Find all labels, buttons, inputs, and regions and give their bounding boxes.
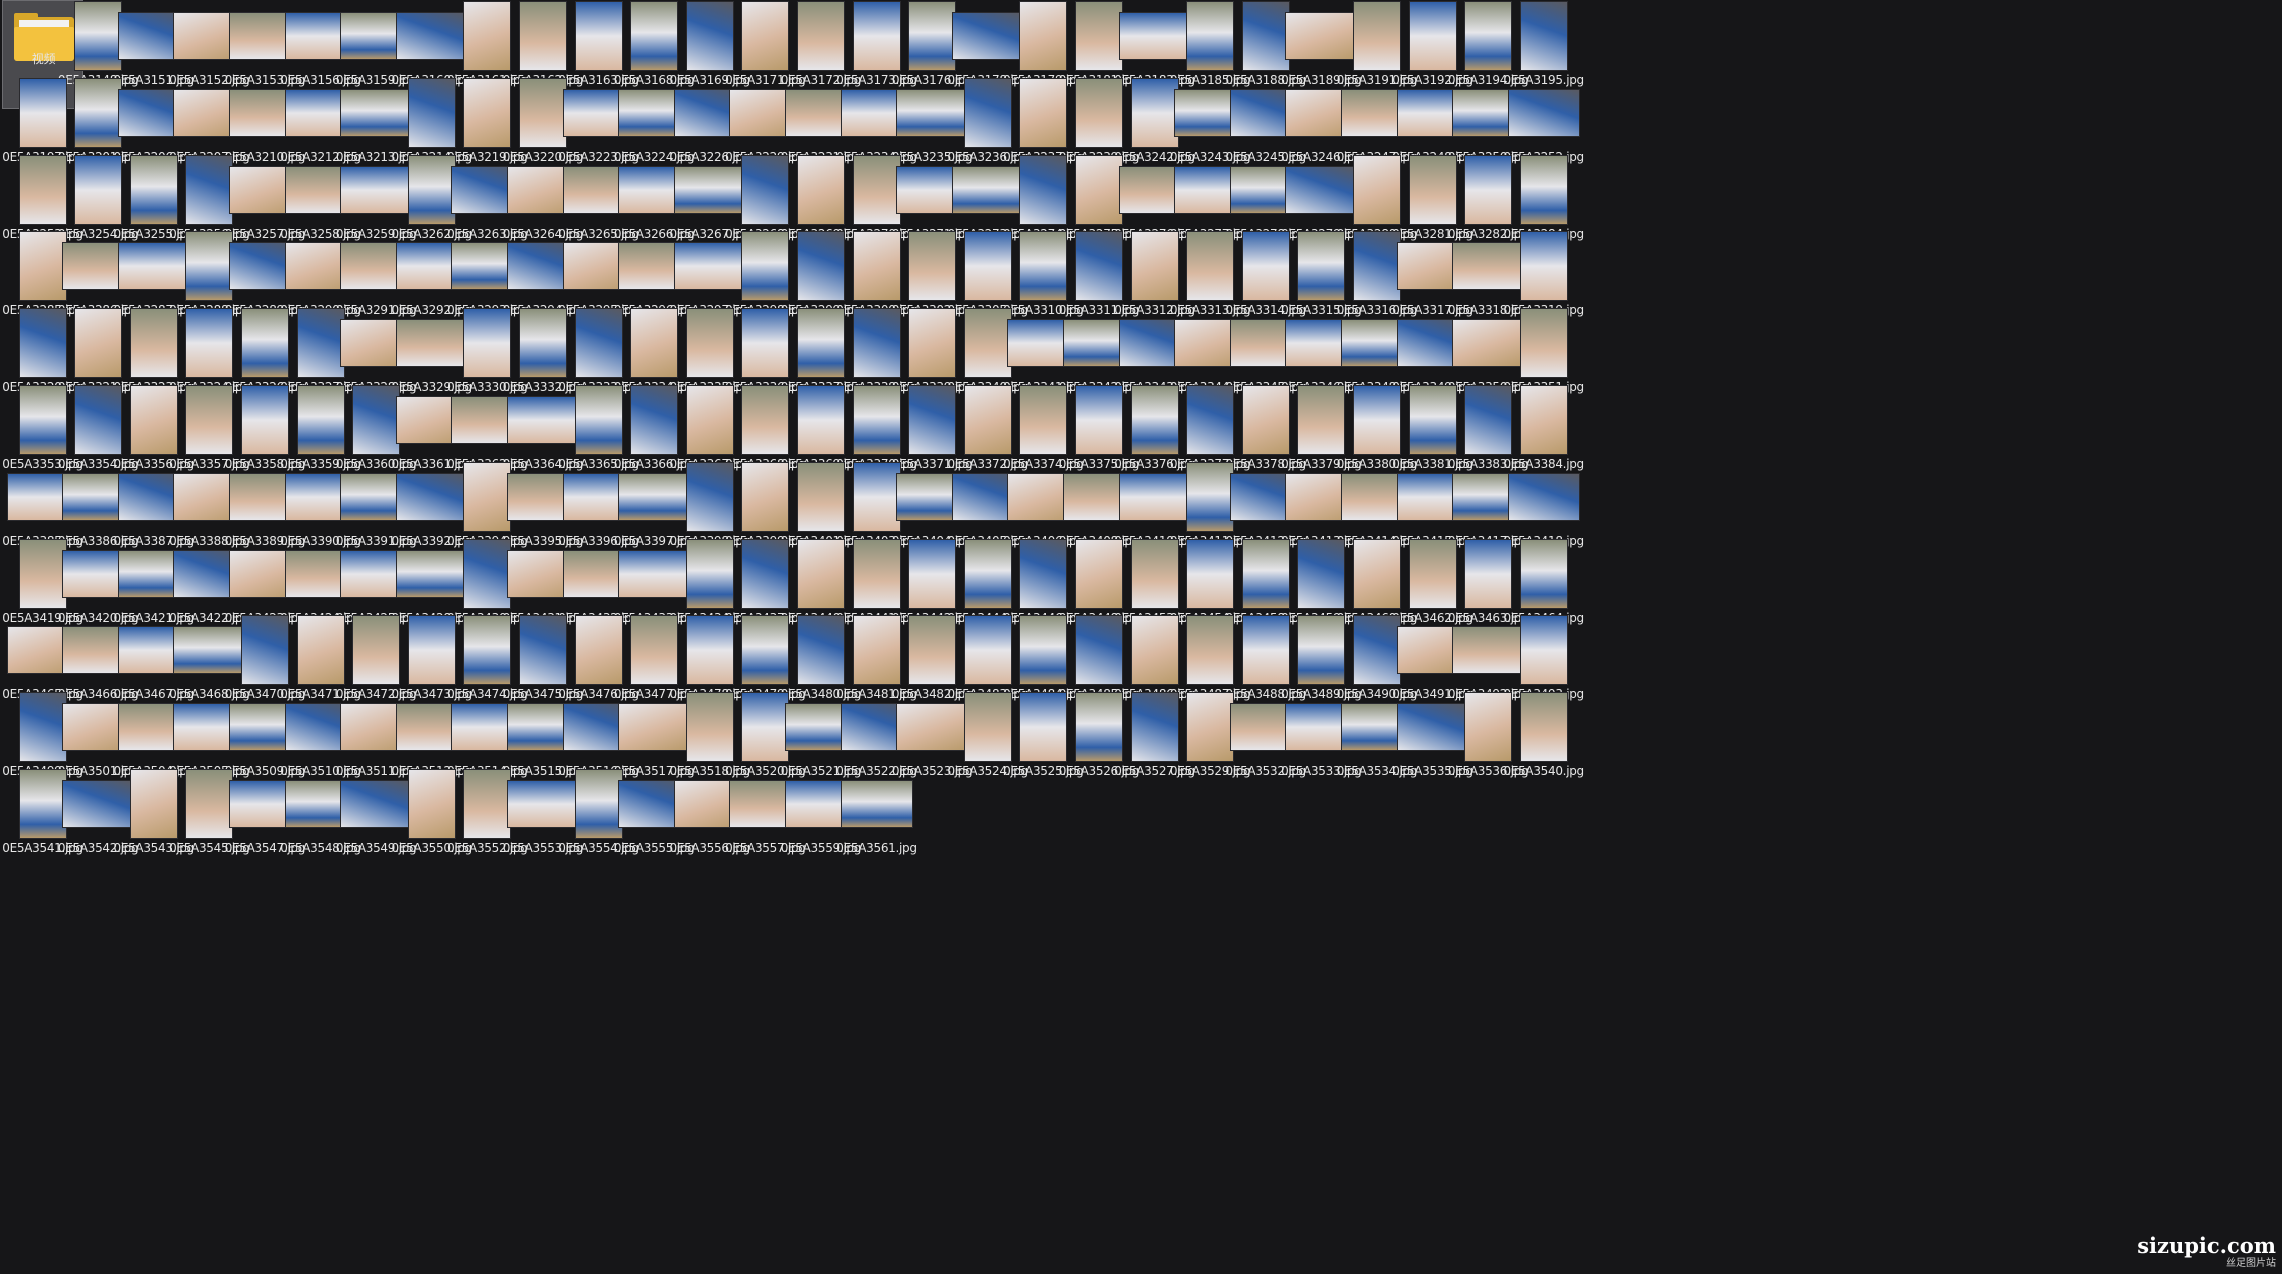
file-name: 0E5A3561.jpg bbox=[836, 841, 917, 855]
image-thumbnail bbox=[1520, 232, 1567, 301]
image-thumbnail bbox=[1520, 616, 1567, 685]
image-thumbnail bbox=[1508, 473, 1579, 520]
image-thumbnail bbox=[1520, 386, 1567, 454]
image-thumbnail bbox=[1508, 89, 1579, 136]
file-name: 0E5A3540.jpg bbox=[1503, 764, 1584, 779]
file-item[interactable]: 0E5A3540.jpg bbox=[1503, 691, 1584, 800]
file-item[interactable]: 0E5A3561.jpg bbox=[836, 768, 917, 877]
image-thumbnail bbox=[1520, 155, 1567, 224]
image-thumbnail bbox=[841, 781, 912, 827]
site-watermark: sizupic.com 丝足图片站 bbox=[2137, 1233, 2276, 1270]
image-thumbnail bbox=[1520, 693, 1567, 762]
image-thumbnail bbox=[1520, 309, 1567, 378]
image-thumbnail bbox=[1520, 539, 1567, 608]
image-thumbnail bbox=[1520, 2, 1567, 70]
file-grid: 视频 0E5A3148.jpg0E5A3151.jpg0E5A3152.jpg0… bbox=[0, 0, 2282, 1274]
